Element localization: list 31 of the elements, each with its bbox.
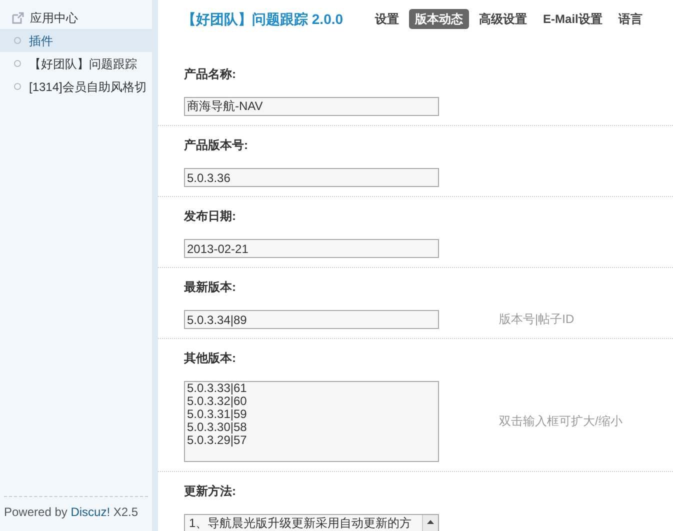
scroll-up-icon[interactable]	[427, 520, 434, 524]
text-field[interactable]: 5.0.3.36	[184, 168, 439, 187]
page-title: 【好团队】问题跟踪 2.0.0	[182, 10, 344, 29]
text-area[interactable]: 5.0.3.33|61 5.0.3.32|60 5.0.3.31|59 5.0.3.30|58 5.0.3.29|57	[184, 381, 439, 462]
discuz-link[interactable]: Discuz!	[70, 505, 110, 519]
field-label: 产品版本号:	[184, 138, 249, 152]
text-field[interactable]: 5.0.3.34|89	[184, 310, 439, 329]
field-label: 产品名称:	[184, 67, 237, 81]
text-area[interactable]: 1、导航晨光版升级更新采用自动更新的方	[184, 514, 439, 531]
bullet-icon	[14, 83, 21, 90]
field-label: 其他版本:	[184, 351, 237, 365]
sidebar-item[interactable]: [1314]会员自助风格切	[0, 75, 152, 98]
tab[interactable]: 高级设置	[473, 9, 534, 29]
sidebar-item[interactable]: 【好团队】问题跟踪	[0, 52, 152, 75]
tab[interactable]: E-Mail设置	[537, 9, 608, 29]
tab[interactable]: 语言	[612, 9, 648, 29]
field-label: 更新方法:	[184, 484, 237, 498]
field-hint: 版本号|帖子ID	[499, 311, 574, 328]
tab[interactable]: 设置	[369, 9, 406, 29]
tab[interactable]: 版本动态	[409, 9, 470, 29]
text-field[interactable]: 商海导航-NAV	[184, 97, 439, 116]
bullet-icon	[14, 60, 21, 67]
field-label: 最新版本:	[184, 280, 237, 294]
bullet-icon	[14, 37, 21, 44]
text-field[interactable]: 2013-02-21	[184, 239, 439, 258]
powered-by-text: Powered by Discuz! X2.5	[4, 505, 138, 519]
sidebar-item[interactable]: 插件	[0, 29, 152, 52]
field-label: 发布日期:	[184, 209, 237, 223]
sidebar-item[interactable]: 应用中心	[0, 6, 152, 29]
external-link-icon	[12, 12, 24, 24]
field-hint: 双击输入框可扩大/缩小	[499, 413, 622, 430]
